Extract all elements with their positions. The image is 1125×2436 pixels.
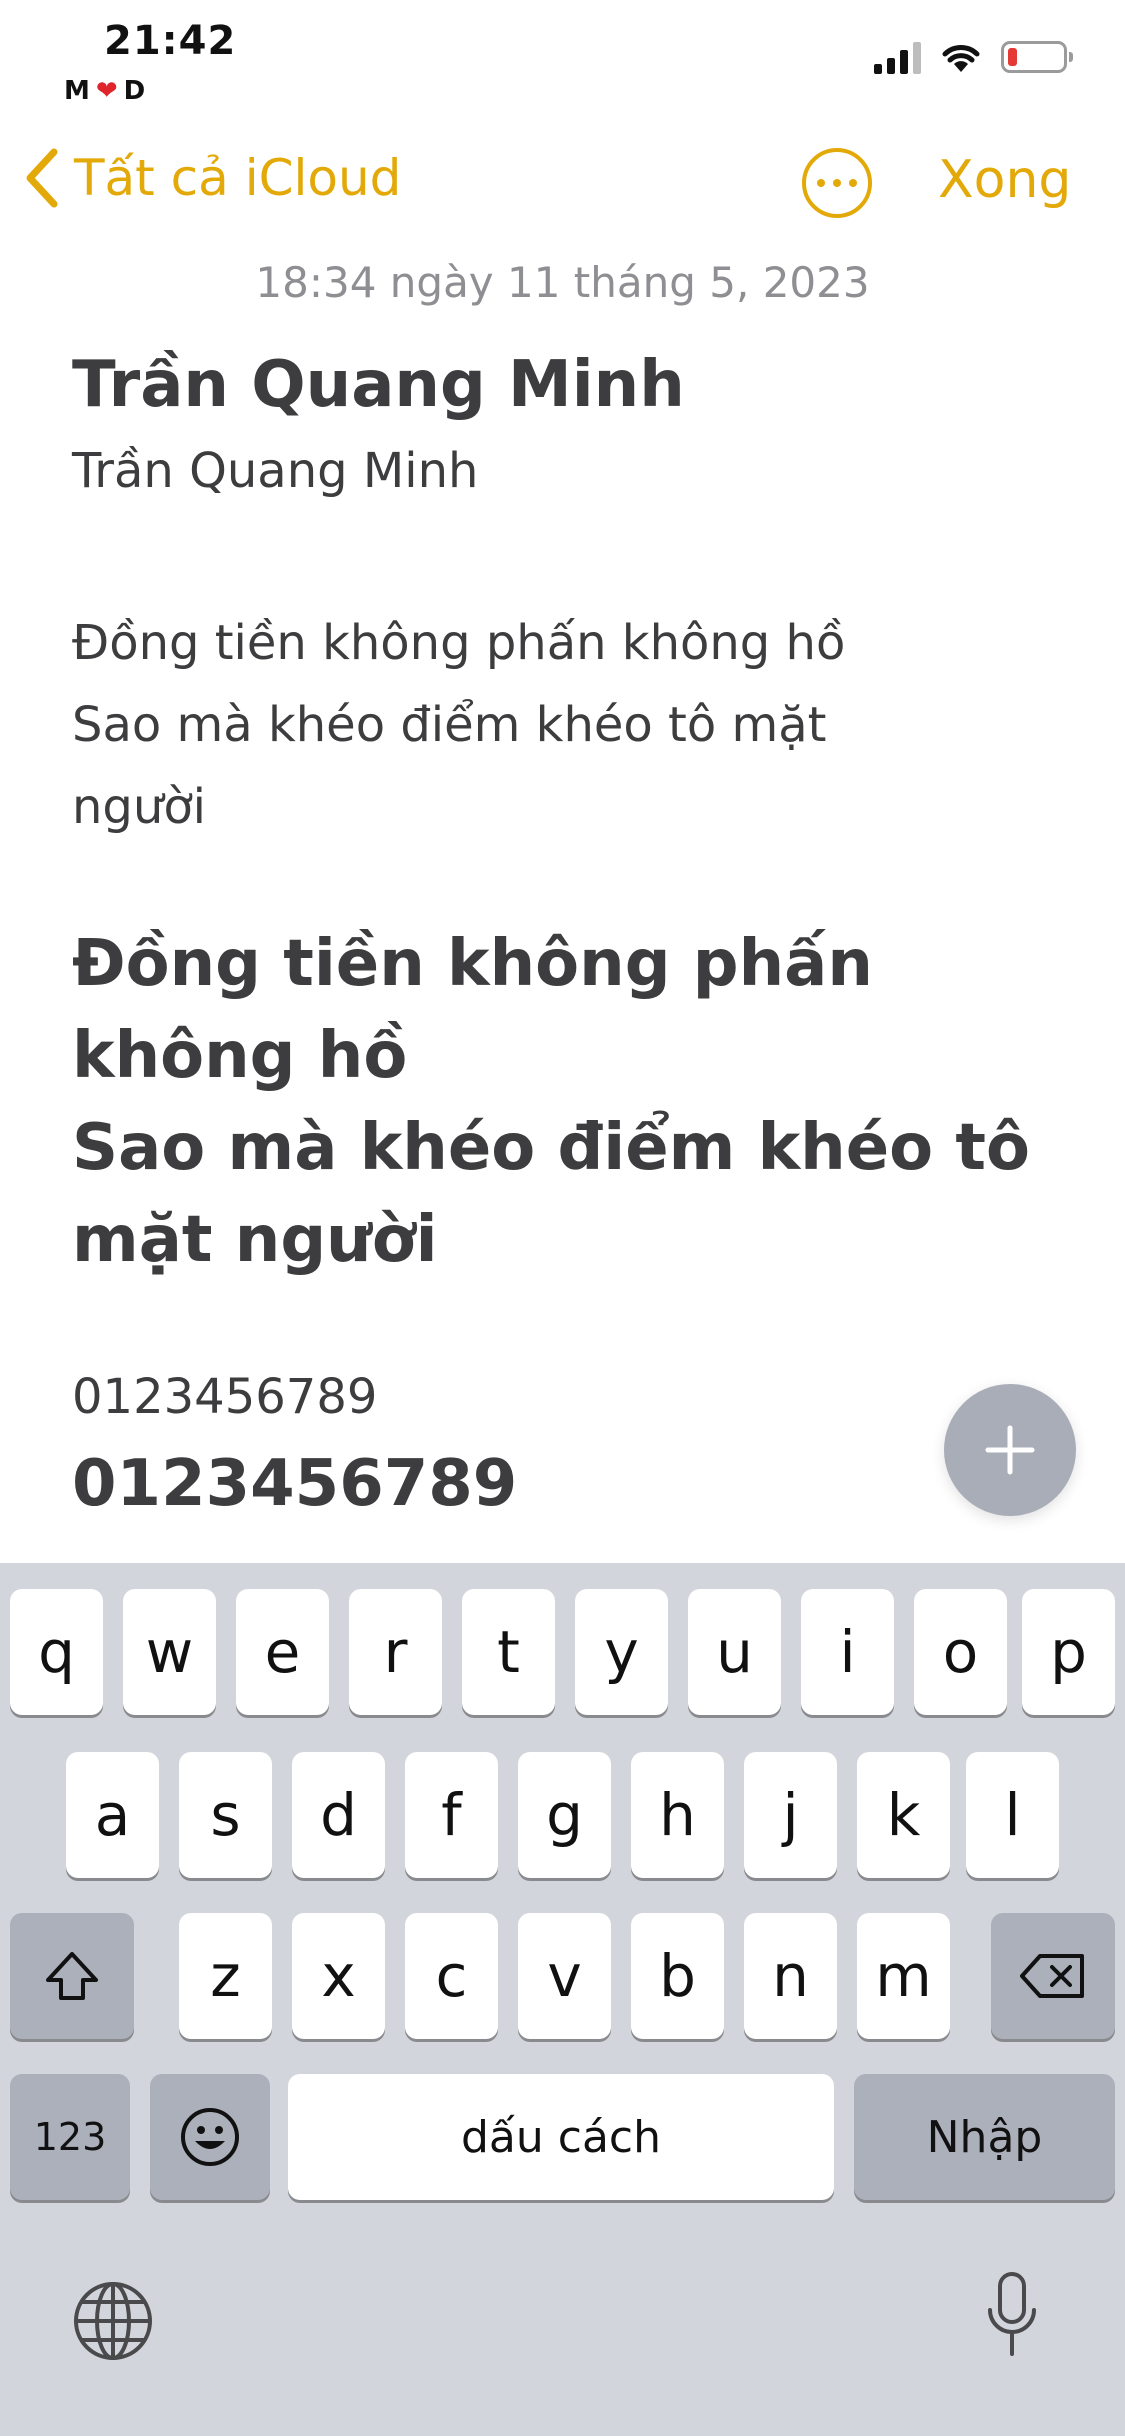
more-button[interactable]	[802, 148, 872, 218]
key-x[interactable]: x	[292, 1913, 385, 2039]
key-e[interactable]: e	[236, 1589, 329, 1715]
microphone-icon[interactable]	[984, 2270, 1040, 2362]
poem-line: Sao mà khéo điểm khéo tô mặt	[72, 697, 827, 753]
key-q[interactable]: q	[10, 1589, 103, 1715]
key-j[interactable]: j	[744, 1752, 837, 1878]
key-v[interactable]: v	[518, 1913, 611, 2039]
note-editor[interactable]: Trần Quang Minh Trần Quang Minh Đồng tiề…	[72, 340, 1032, 1530]
space-key[interactable]: dấu cách	[288, 2074, 834, 2200]
key-l[interactable]: l	[966, 1752, 1059, 1878]
key-c[interactable]: c	[405, 1913, 498, 2039]
chevron-left-icon	[26, 148, 58, 208]
battery-icon	[1001, 41, 1073, 73]
note-date: 18:34 ngày 11 tháng 5, 2023	[255, 258, 870, 307]
heart-icon: ❤	[95, 76, 124, 106]
backspace-icon	[1020, 1954, 1084, 1998]
digits-bold-line: 0123456789	[72, 1447, 518, 1521]
carrier-right: D	[123, 76, 152, 106]
note-subtitle: Trần Quang Minh	[72, 443, 479, 499]
globe-icon[interactable]	[72, 2280, 154, 2362]
status-icons	[874, 40, 1073, 74]
key-y[interactable]: y	[575, 1589, 668, 1715]
key-k[interactable]: k	[857, 1752, 950, 1878]
status-carrier: M❤D	[64, 76, 151, 106]
key-z[interactable]: z	[179, 1913, 272, 2039]
numbers-key[interactable]: 123	[10, 2074, 130, 2200]
poem-line: người	[72, 779, 207, 835]
key-h[interactable]: h	[631, 1752, 724, 1878]
key-f[interactable]: f	[405, 1752, 498, 1878]
key-d[interactable]: d	[292, 1752, 385, 1878]
emoji-key[interactable]	[150, 2074, 270, 2200]
note-title: Trần Quang Minh	[72, 348, 685, 422]
return-key[interactable]: Nhập	[854, 2074, 1115, 2200]
key-i[interactable]: i	[801, 1589, 894, 1715]
poem-line: Đồng tiền không phấn không hồ	[72, 615, 846, 671]
key-n[interactable]: n	[744, 1913, 837, 2039]
key-r[interactable]: r	[349, 1589, 442, 1715]
key-m[interactable]: m	[857, 1913, 950, 2039]
carrier-left: M	[64, 76, 96, 106]
status-time: 21:42	[104, 18, 237, 64]
keyboard: q w e r t y u i o p a s d f g h j k l z …	[0, 1563, 1125, 2436]
plus-icon	[985, 1425, 1035, 1475]
key-g[interactable]: g	[518, 1752, 611, 1878]
back-button[interactable]: Tất cả iCloud	[24, 148, 401, 208]
key-o[interactable]: o	[914, 1589, 1007, 1715]
poem-bold-line: Đồng tiền không phấn	[72, 927, 873, 1001]
key-u[interactable]: u	[688, 1589, 781, 1715]
add-button[interactable]	[944, 1384, 1076, 1516]
back-label: Tất cả iCloud	[74, 149, 402, 207]
wifi-icon	[942, 45, 980, 72]
signal-icon	[874, 40, 921, 74]
key-a[interactable]: a	[66, 1752, 159, 1878]
poem-bold-line: không hồ	[72, 1019, 408, 1093]
key-t[interactable]: t	[462, 1589, 555, 1715]
key-b[interactable]: b	[631, 1913, 724, 2039]
poem-bold-line: mặt người	[72, 1203, 438, 1277]
key-w[interactable]: w	[123, 1589, 216, 1715]
emoji-icon	[181, 2108, 239, 2166]
poem-bold-line: Sao mà khéo điểm khéo tô	[72, 1111, 1030, 1185]
shift-icon	[46, 1952, 98, 2000]
digits-line: 0123456789	[72, 1369, 378, 1425]
done-button[interactable]: Xong	[938, 150, 1071, 210]
key-s[interactable]: s	[179, 1752, 272, 1878]
more-icon	[817, 179, 825, 187]
shift-key[interactable]	[10, 1913, 134, 2039]
backspace-key[interactable]	[991, 1913, 1115, 2039]
key-p[interactable]: p	[1022, 1589, 1115, 1715]
